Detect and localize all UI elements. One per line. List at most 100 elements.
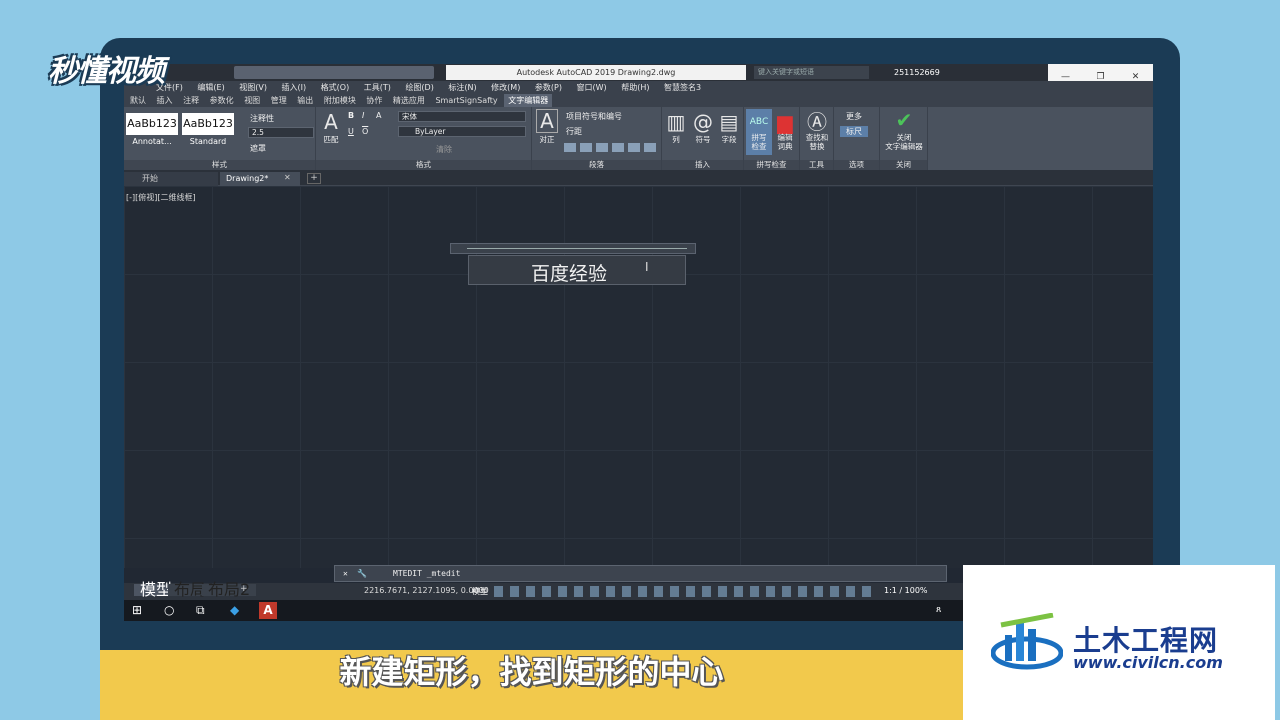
civilcn-logo-icon <box>991 613 1063 670</box>
mtext-editor-box[interactable]: 百度经验 I <box>468 255 686 285</box>
ruler-toggle[interactable]: 标尺 <box>840 126 868 137</box>
menu-insert[interactable]: 插入(I) <box>276 81 313 94</box>
text-height-select[interactable]: 2.5 <box>248 127 314 138</box>
text-ruler[interactable] <box>450 243 696 254</box>
underline-icon[interactable]: U <box>348 127 354 136</box>
menu-help[interactable]: 帮助(H) <box>615 81 655 94</box>
symbol-icon[interactable]: @ <box>692 111 714 133</box>
menu-parametric[interactable]: 参数(P) <box>529 81 568 94</box>
viewport-label[interactable]: [-][俯视][二维线框] <box>126 192 196 203</box>
panel-spellcheck: ABC 拼写 检查 ▆ 编辑 词典 拼写检查 <box>744 107 800 170</box>
watermark-url: www.civilcn.com <box>1073 653 1223 672</box>
match-button-label: 匹配 <box>323 135 339 144</box>
task-view-icon[interactable]: ⧉ <box>196 603 205 618</box>
style-caption-annotative: Annotat... <box>132 137 172 146</box>
panel-style: AaBb123 AaBb123 Annotat... Standard 注释性 … <box>124 107 316 170</box>
strike-icon[interactable]: A <box>376 111 381 120</box>
mtext-content[interactable]: 百度经验 <box>531 259 607 286</box>
windows-start-icon[interactable]: ⊞ <box>132 603 142 618</box>
panel-options-label: 选项 <box>834 160 879 170</box>
title-bar: Autodesk AutoCAD 2019 Drawing2.dwg 键入关键字… <box>124 64 1153 82</box>
command-line[interactable]: ✕ 🔧 MTEDIT _mtedit <box>334 565 947 582</box>
people-icon[interactable]: ጸ <box>936 603 941 618</box>
align-buttons[interactable] <box>564 143 656 152</box>
close-tab-icon[interactable]: ✕ <box>284 173 291 182</box>
annotative-toggle[interactable]: 注释性 <box>250 113 274 124</box>
command-text: MTEDIT _mtedit <box>393 569 461 578</box>
tab-collaborate[interactable]: 协作 <box>362 94 386 107</box>
layout-tab-2[interactable]: 布局2 <box>202 582 257 598</box>
menu-dimension[interactable]: 标注(N) <box>442 81 482 94</box>
panel-format: A 匹配 B I A U O 宋体 ByLayer 清除 格式 <box>316 107 532 170</box>
menu-modify[interactable]: 修改(M) <box>485 81 526 94</box>
menu-window[interactable]: 窗口(W) <box>571 81 613 94</box>
style-caption-standard: Standard <box>189 137 227 146</box>
justify-label: 对正 <box>539 135 555 144</box>
panel-paragraph: A 对正 项目符号和编号 行距 段落 <box>532 107 662 170</box>
field-icon[interactable]: ▤ <box>718 111 740 133</box>
close-editor-button[interactable]: 关闭 文字编辑器 <box>880 133 928 151</box>
tab-smartsign[interactable]: SmartSignSafty <box>431 94 501 107</box>
drawing-canvas[interactable]: [-][俯视][二维线框] 百度经验 I Y X <box>124 186 1153 621</box>
help-search-input[interactable]: 键入关键字或短语 <box>754 66 869 79</box>
tab-default[interactable]: 默认 <box>126 94 150 107</box>
tab-output[interactable]: 输出 <box>293 94 317 107</box>
app-icon[interactable]: ◆ <box>230 603 239 618</box>
style-sample-standard[interactable]: AaBb123 <box>182 113 234 135</box>
italic-icon[interactable]: I <box>362 111 364 120</box>
tab-parametric[interactable]: 参数化 <box>206 94 238 107</box>
tab-view[interactable]: 视图 <box>240 94 264 107</box>
tab-start[interactable]: 开始 <box>124 172 218 186</box>
checkmark-icon[interactable]: ✔ <box>892 109 916 131</box>
spell-check-label: 拼写 检查 <box>751 133 767 151</box>
bold-icon[interactable]: B <box>348 111 354 120</box>
annotation-scale[interactable]: 1:1 / 100% <box>884 586 928 595</box>
new-tab-icon[interactable]: + <box>307 173 321 184</box>
style-sample-annotative[interactable]: AaBb123 <box>126 113 178 135</box>
user-account[interactable]: 251152669 <box>894 65 940 80</box>
more-button[interactable]: 更多 <box>846 111 862 122</box>
document-tabs: 开始 Drawing2* ✕ + <box>124 170 1153 186</box>
autocad-window: Autodesk AutoCAD 2019 Drawing2.dwg 键入关键字… <box>124 64 1153 621</box>
quick-access-toolbar[interactable] <box>234 66 434 79</box>
model-space-button[interactable]: 模型 <box>472 586 488 597</box>
edit-dictionary-label: 编辑 词典 <box>777 133 793 151</box>
clear-button[interactable]: 清除 <box>436 144 452 155</box>
panel-insert-label: 插入 <box>662 160 743 170</box>
dictionary-icon[interactable]: ▆ <box>774 111 796 133</box>
add-layout-icon[interactable]: + <box>240 584 248 594</box>
mask-button[interactable]: 遮罩 <box>250 143 266 154</box>
menu-draw[interactable]: 绘图(D) <box>399 81 439 94</box>
tab-annotate[interactable]: 注释 <box>179 94 203 107</box>
tab-manage[interactable]: 管理 <box>267 94 291 107</box>
customize-icon[interactable]: 🔧 <box>357 566 367 581</box>
search-icon[interactable]: ○ <box>164 603 174 618</box>
columns-icon[interactable]: ▥ <box>666 111 686 133</box>
find-replace-icon[interactable]: Ⓐ <box>806 111 828 133</box>
spell-check-icon[interactable]: ABC <box>748 111 770 133</box>
tab-text-editor[interactable]: 文字编辑器 <box>504 94 553 107</box>
menu-smart-sign[interactable]: 智慧签名3 <box>658 81 707 94</box>
font-select[interactable]: 宋体 <box>398 111 526 122</box>
line-spacing-button[interactable]: 行距 <box>566 126 582 137</box>
overline-icon[interactable]: O <box>362 127 368 136</box>
justify-icon[interactable]: A <box>536 109 558 133</box>
tab-featured-apps[interactable]: 精选应用 <box>389 94 429 107</box>
menu-view[interactable]: 视图(V) <box>233 81 273 94</box>
find-replace-label: 查找和 替换 <box>805 133 829 151</box>
color-select[interactable]: ByLayer <box>398 126 526 137</box>
panel-spellcheck-label: 拼写检查 <box>744 160 799 170</box>
civilcn-watermark: 土木工程网 www.civilcn.com <box>963 565 1275 720</box>
panel-style-label: 样式 <box>124 160 315 170</box>
panel-close-label: 关闭 <box>880 160 927 170</box>
tab-addins[interactable]: 附加模块 <box>320 94 360 107</box>
bullets-button[interactable]: 项目符号和编号 <box>566 111 622 122</box>
autocad-taskbar-icon[interactable]: A <box>259 602 277 619</box>
video-logo: 秒懂视频 <box>48 54 165 89</box>
status-toggle-icons[interactable] <box>494 586 874 597</box>
menu-format[interactable]: 格式(O) <box>315 81 356 94</box>
menu-tools[interactable]: 工具(T) <box>358 81 397 94</box>
close-command-icon[interactable]: ✕ <box>343 566 348 581</box>
match-format-icon[interactable]: A <box>320 111 342 133</box>
tab-insert[interactable]: 插入 <box>153 94 177 107</box>
